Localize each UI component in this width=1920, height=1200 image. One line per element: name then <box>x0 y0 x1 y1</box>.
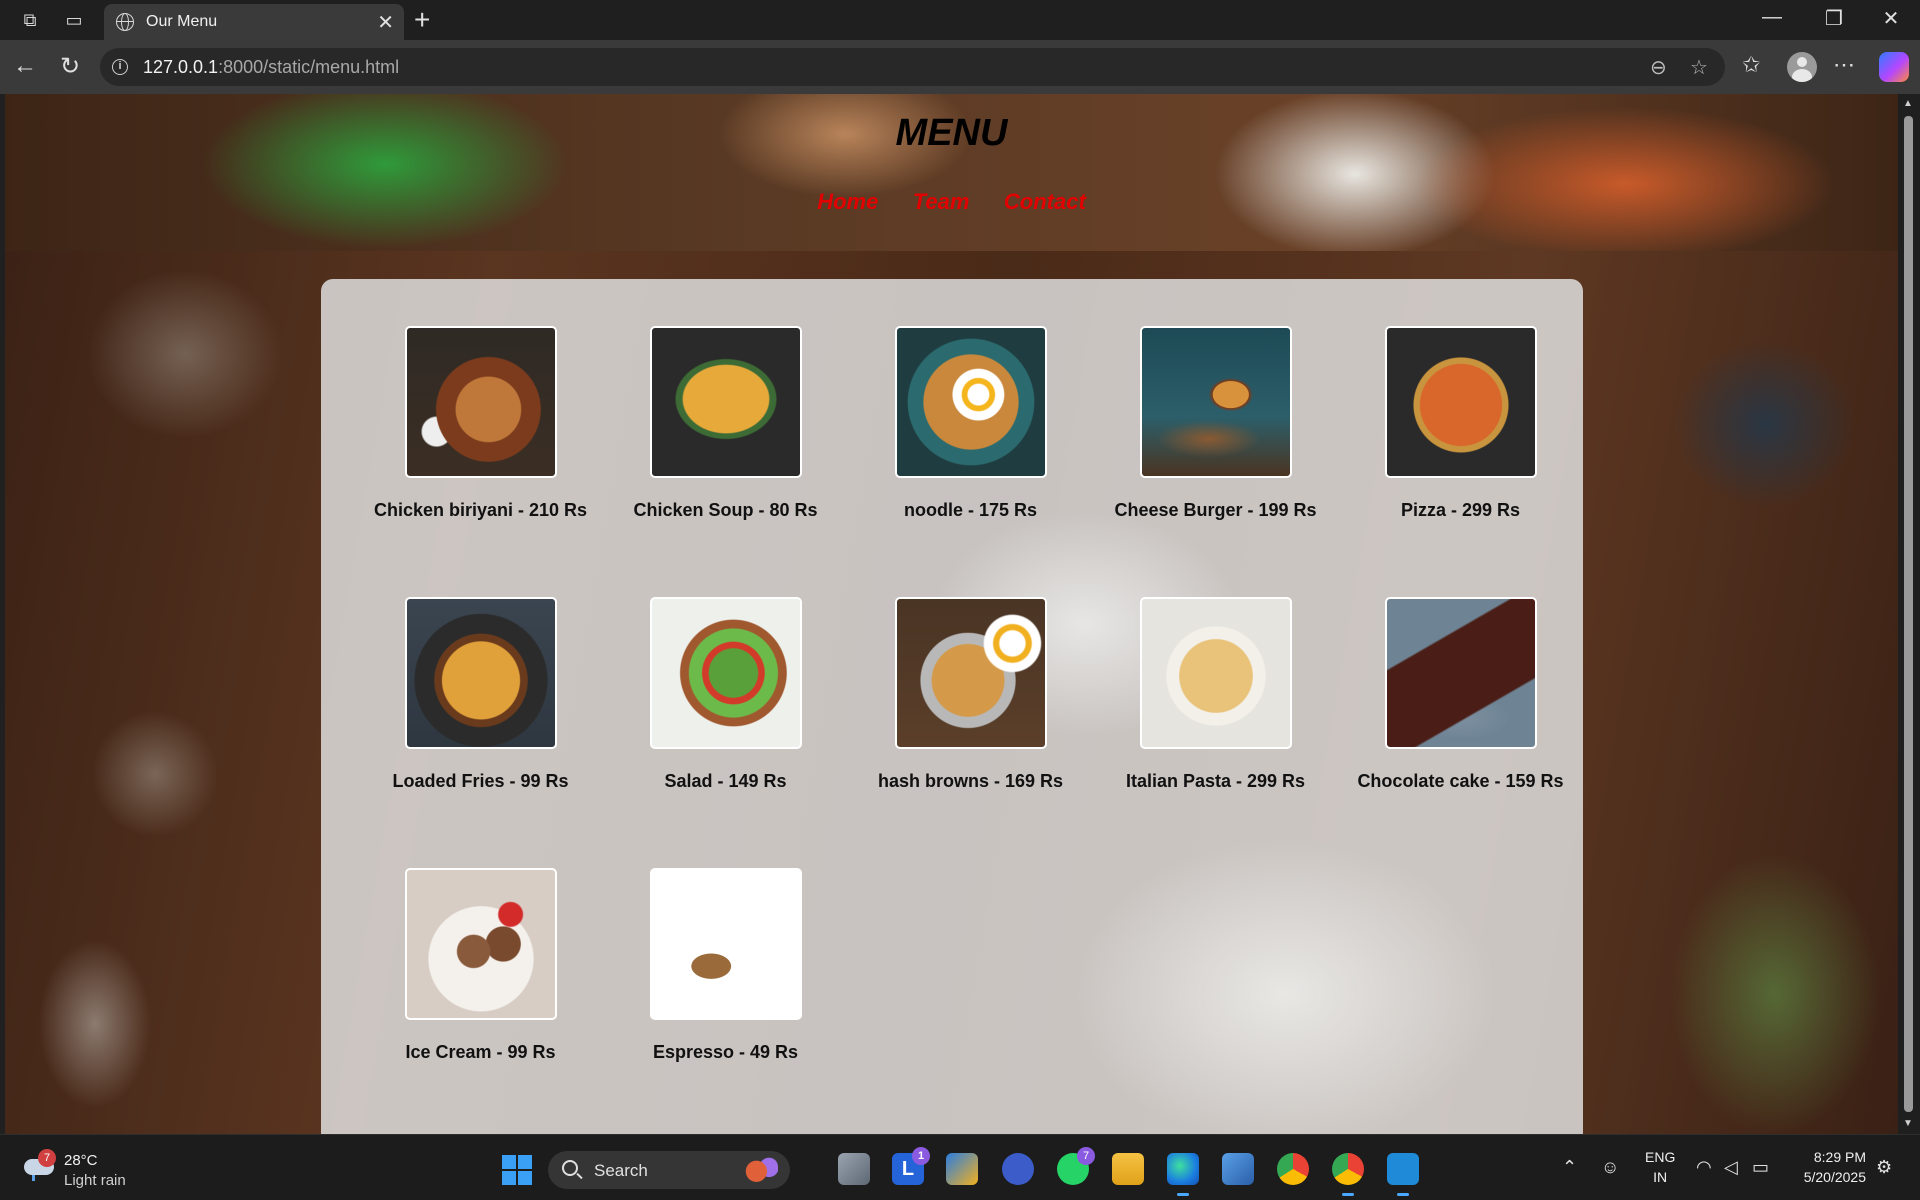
ice-cream-image <box>404 868 557 1020</box>
zoom-out-icon[interactable]: ⊖ <box>1650 55 1667 80</box>
tab-actions-icon[interactable]: ▭ <box>62 8 86 32</box>
menu-item-label: Loaded Fries - 99 Rs <box>392 771 569 791</box>
copilot-icon[interactable] <box>1879 52 1909 82</box>
chicken-soup-image <box>649 326 802 478</box>
show-hidden-icons-icon[interactable]: ⌃ <box>1562 1157 1577 1178</box>
cheese-burger-image <box>1139 326 1292 478</box>
app-launcher-icon[interactable] <box>1002 1153 1034 1185</box>
url-text[interactable]: 127.0.0.1:8000/static/menu.html <box>143 57 399 78</box>
tab-title: Our Menu <box>146 13 218 30</box>
scroll-up-arrow-icon[interactable]: ▲ <box>1903 98 1913 109</box>
salad-image <box>649 597 802 749</box>
battery-icon[interactable]: ▭ <box>1752 1157 1769 1178</box>
chocolate-cake-image <box>1384 597 1537 749</box>
system-clock[interactable]: 8:29 PM 5/20/2025 <box>1790 1147 1866 1187</box>
site-nav: Home Team Contact <box>5 189 1898 215</box>
search-label: Search <box>594 1161 648 1180</box>
menu-item[interactable]: Ice Cream - 99 Rs <box>358 868 603 1068</box>
menu-panel: Chicken biriyani - 210 Rs Chicken Soup -… <box>321 279 1583 1134</box>
file-explorer-icon[interactable] <box>1112 1153 1144 1185</box>
address-bar[interactable]: i 127.0.0.1:8000/static/menu.html ⊖ ☆ <box>100 48 1725 86</box>
volume-icon[interactable]: ◁ <box>1724 1157 1738 1178</box>
close-tab-icon[interactable]: ✕ <box>377 10 394 35</box>
new-tab-button[interactable]: + <box>414 4 430 36</box>
menu-item-label: Salad - 149 Rs <box>664 771 787 791</box>
lens-app-icon[interactable]: L1 <box>892 1147 930 1185</box>
menu-item-label: Chocolate cake - 159 Rs <box>1357 771 1564 791</box>
whatsapp-icon[interactable]: 7 <box>1057 1147 1095 1185</box>
search-icon <box>562 1160 578 1176</box>
globe-icon <box>116 13 134 31</box>
site-info-icon[interactable]: i <box>112 59 128 75</box>
pizza-image <box>1384 326 1537 478</box>
profile-avatar[interactable] <box>1787 52 1817 82</box>
browser-toolbar: ← ↻ i 127.0.0.1:8000/static/menu.html ⊖ … <box>0 40 1920 94</box>
browser-tab-our-menu[interactable]: Our Menu ✕ <box>104 4 404 40</box>
menu-item[interactable]: Italian Pasta - 299 Rs <box>1093 597 1338 797</box>
vscode-icon[interactable] <box>1387 1153 1419 1196</box>
search-highlight-icon <box>742 1157 778 1183</box>
minimize-button[interactable]: — <box>1752 6 1792 29</box>
favorites-icon[interactable]: ✩ <box>1742 52 1760 78</box>
emoji-icon[interactable]: ☺ <box>1601 1157 1619 1178</box>
favorite-star-icon[interactable]: ☆ <box>1690 55 1708 80</box>
windows-taskbar: 7 28°C Light rain Search L1 7 ⌃ ☺ ENG IN … <box>0 1134 1920 1200</box>
menu-item-label: Chicken Soup - 80 Rs <box>633 500 818 520</box>
menu-item[interactable]: Pizza - 299 Rs <box>1338 326 1583 526</box>
menu-item[interactable]: Salad - 149 Rs <box>603 597 848 797</box>
taskbar-search[interactable]: Search <box>548 1151 790 1189</box>
more-options-icon[interactable]: ⋯ <box>1833 52 1855 78</box>
weather-temperature[interactable]: 28°C <box>64 1152 98 1169</box>
workspaces-icon[interactable]: ⧉ <box>18 8 42 32</box>
control-panel-icon[interactable] <box>1222 1153 1254 1185</box>
refresh-button[interactable]: ↻ <box>55 52 85 81</box>
scroll-down-arrow-icon[interactable]: ▼ <box>1903 1118 1913 1129</box>
menu-item[interactable]: noodle - 175 Rs <box>848 326 1093 526</box>
menu-item-label: noodle - 175 Rs <box>903 500 1038 520</box>
menu-item[interactable]: Chicken Soup - 80 Rs <box>603 326 848 526</box>
nav-link-contact[interactable]: Contact <box>1004 189 1086 215</box>
weather-description[interactable]: Light rain <box>64 1172 126 1189</box>
page-title: MENU <box>895 112 1008 154</box>
edge-browser-icon[interactable] <box>1167 1153 1199 1196</box>
nav-link-home[interactable]: Home <box>817 189 878 215</box>
noodle-image <box>894 326 1047 478</box>
menu-item-label: Italian Pasta - 299 Rs <box>1125 771 1306 791</box>
start-button[interactable] <box>502 1155 532 1185</box>
page-viewport: MENU Home Team Contact Chicken biriyani … <box>5 94 1898 1134</box>
chicken-biriyani-image <box>404 326 557 478</box>
menu-item[interactable]: Loaded Fries - 99 Rs <box>358 597 603 797</box>
back-button[interactable]: ← <box>10 52 40 80</box>
menu-item-label: Espresso - 49 Rs <box>652 1042 799 1062</box>
menu-item[interactable]: Cheese Burger - 199 Rs <box>1093 326 1338 526</box>
italian-pasta-image <box>1139 597 1292 749</box>
browser-title-bar: ⧉ ▭ Our Menu ✕ + — ❐ ✕ <box>0 0 1920 40</box>
task-view-icon[interactable] <box>838 1153 870 1185</box>
espresso-image <box>649 868 802 1020</box>
menu-item-label: Chicken biriyani - 210 Rs <box>373 500 588 520</box>
page-header: MENU Home Team Contact <box>5 94 1898 251</box>
hash-browns-image <box>894 597 1047 749</box>
scrollbar-thumb[interactable] <box>1904 116 1913 1112</box>
wifi-icon[interactable]: ◠ <box>1696 1157 1712 1178</box>
nav-link-team[interactable]: Team <box>913 189 970 215</box>
close-window-button[interactable]: ✕ <box>1871 6 1911 31</box>
menu-item-label: Cheese Burger - 199 Rs <box>1114 500 1317 520</box>
menu-item[interactable]: Espresso - 49 Rs <box>603 868 848 1068</box>
loaded-fries-image <box>404 597 557 749</box>
menu-item-label: Pizza - 299 Rs <box>1400 500 1521 520</box>
menu-item[interactable]: Chocolate cake - 159 Rs <box>1338 597 1583 797</box>
page-scrollbar[interactable]: ▲ ▼ <box>1898 94 1920 1134</box>
notifications-icon[interactable]: ⚙ <box>1876 1157 1892 1178</box>
menu-item[interactable]: Chicken biriyani - 210 Rs <box>358 326 603 526</box>
restore-button[interactable]: ❐ <box>1814 6 1854 31</box>
chrome-profile-icon[interactable] <box>1332 1153 1364 1196</box>
menu-item-label: hash browns - 169 Rs <box>877 771 1064 791</box>
weather-badge: 7 <box>38 1149 56 1167</box>
language-indicator[interactable]: ENG IN <box>1645 1147 1675 1187</box>
menu-item[interactable]: hash browns - 169 Rs <box>848 597 1093 797</box>
menu-item-label: Ice Cream - 99 Rs <box>405 1042 556 1062</box>
chrome-icon[interactable] <box>1277 1153 1309 1185</box>
microsoft-store-icon[interactable] <box>946 1153 978 1185</box>
